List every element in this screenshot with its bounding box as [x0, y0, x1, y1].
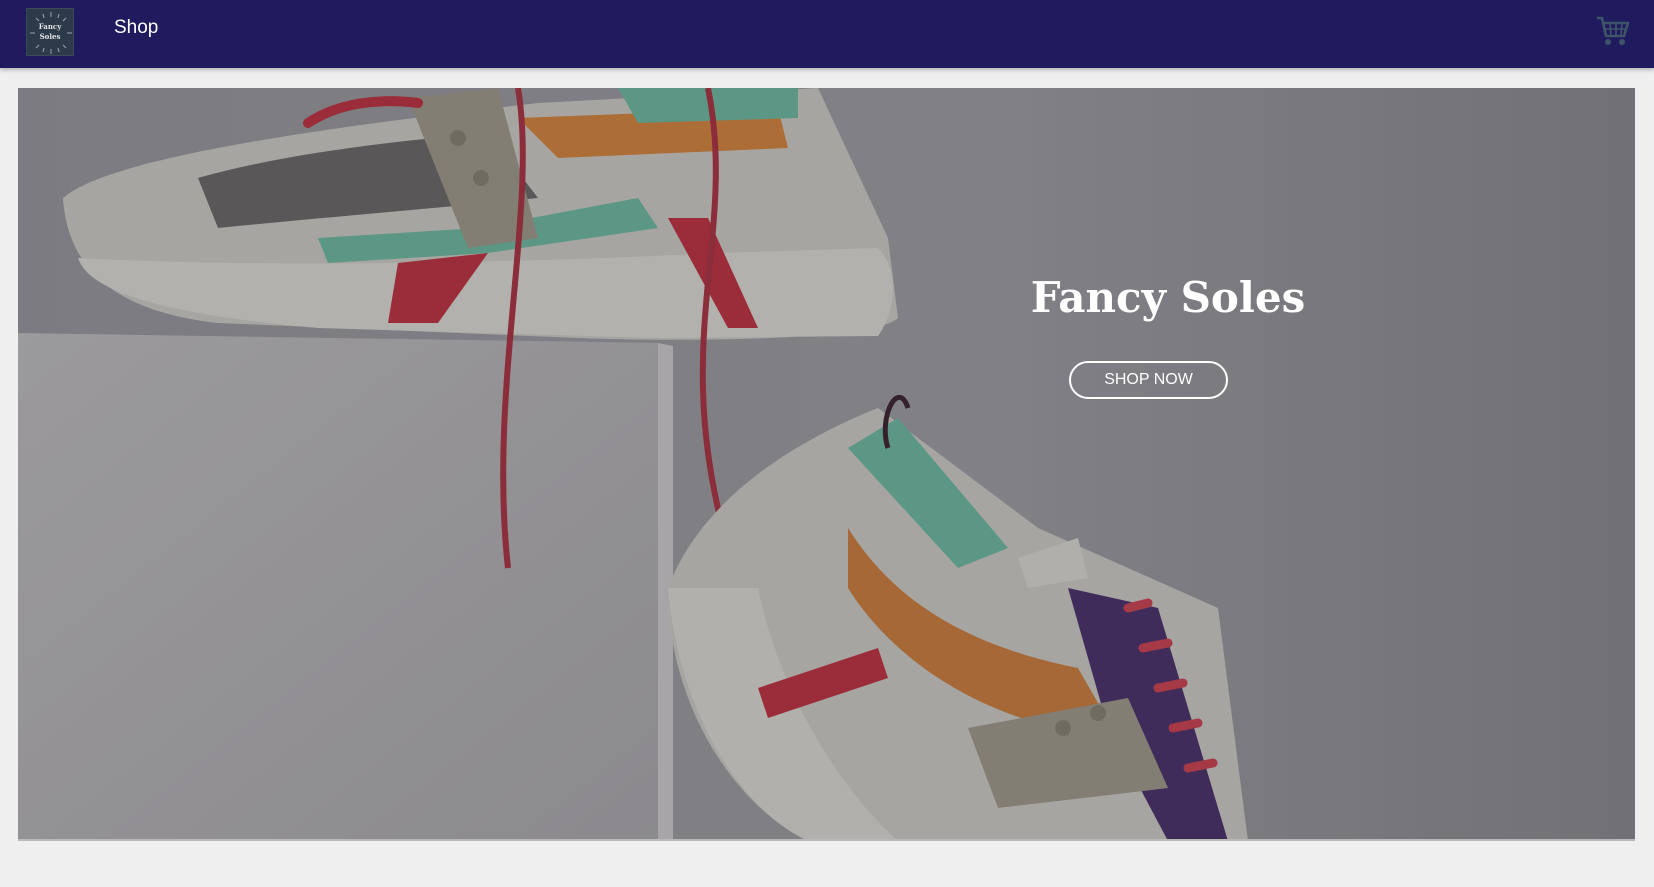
shop-now-button[interactable]: SHOP NOW [1069, 361, 1228, 399]
cart-button[interactable] [1596, 14, 1630, 48]
hero-title: Fancy Soles [1030, 273, 1306, 322]
hero-banner: Fancy Soles SHOP NOW [18, 88, 1635, 841]
brand-logo[interactable]: Fancy Soles [26, 8, 74, 56]
top-navbar: Fancy Soles Shop [0, 0, 1654, 68]
nav-shop-link[interactable]: Shop [114, 17, 158, 39]
cart-icon [1597, 16, 1630, 45]
logo-text-line1: Fancy [38, 22, 62, 31]
hero-dim-overlay [18, 88, 1635, 839]
logo-text-line2: Soles [39, 32, 61, 41]
